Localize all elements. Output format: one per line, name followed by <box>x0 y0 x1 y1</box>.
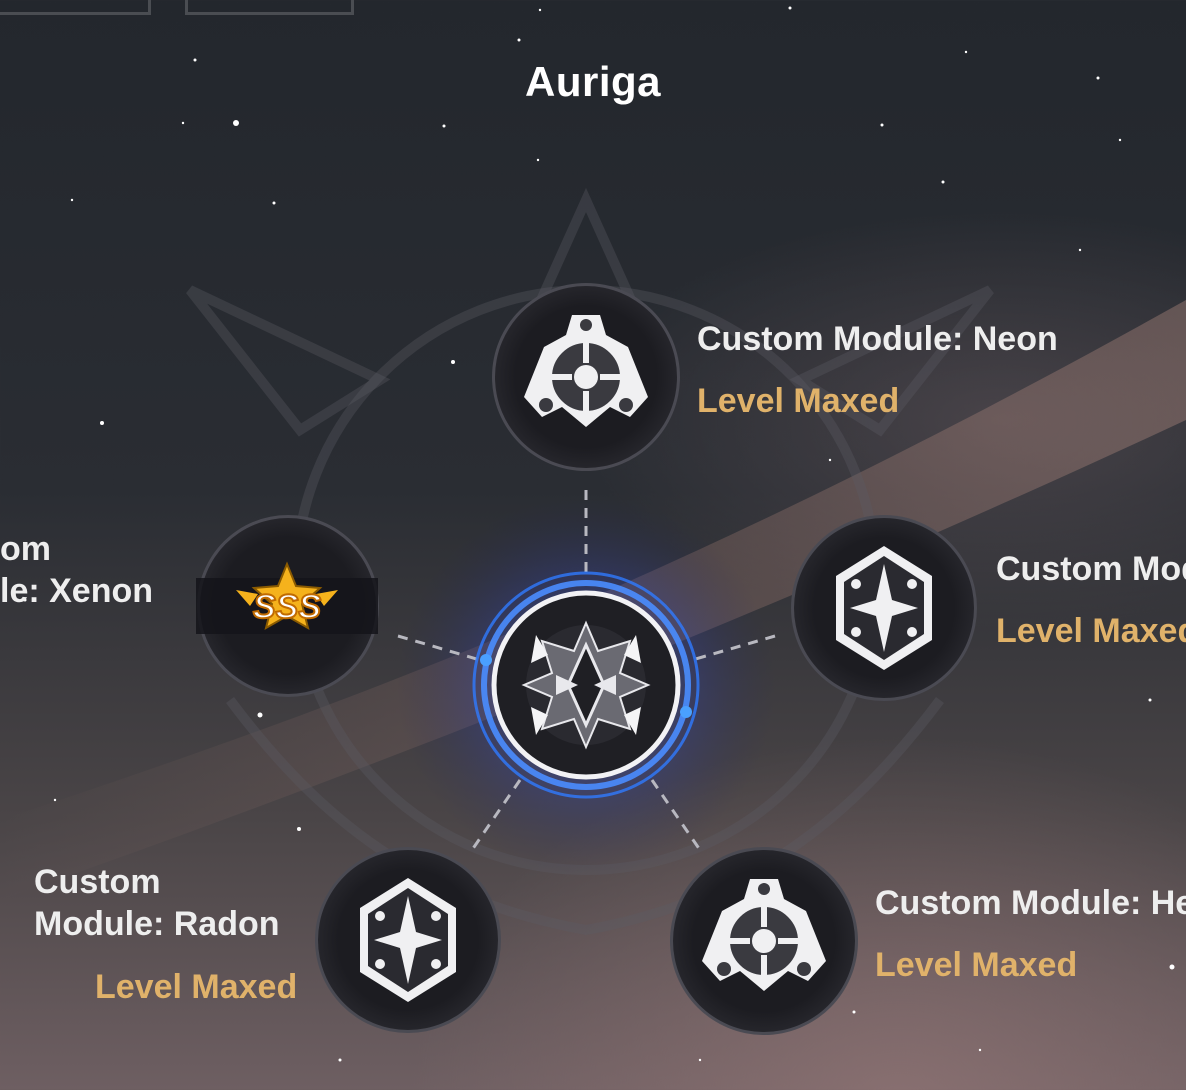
module-right-status: Level Maxed <box>996 612 1186 650</box>
top-tab-frame-left[interactable] <box>0 0 151 15</box>
module-neon-status: Level Maxed <box>697 382 900 420</box>
auriga-core-emblem-icon[interactable] <box>494 593 678 777</box>
module-node-neon[interactable] <box>492 283 680 471</box>
sss-badge-text: SSS <box>253 588 321 626</box>
sss-rank-badge-icon: SSS <box>236 561 338 631</box>
module-right-name: Custom Mod <box>996 550 1186 588</box>
module-radon-status: Level Maxed <box>95 968 298 1006</box>
module-xenon-name-line2: le: Xenon <box>0 572 154 610</box>
top-tab-frame-right[interactable] <box>185 0 354 15</box>
module-neon-name: Custom Module: Neon <box>697 320 1058 358</box>
module-xenon-name-line1: om <box>0 530 51 568</box>
module-helium-name: Custom Module: He <box>875 884 1186 922</box>
gear-shield-icon <box>524 315 648 427</box>
module-node-helium[interactable] <box>670 847 858 1035</box>
constellation-title: Auriga <box>524 58 661 105</box>
gear-shield-icon <box>702 879 826 991</box>
module-radon-name-line1: Custom <box>34 863 161 901</box>
module-helium-status: Level Maxed <box>875 946 1078 984</box>
star-hexagon-icon <box>360 878 456 1002</box>
module-node-right[interactable] <box>791 515 977 701</box>
module-node-radon[interactable] <box>315 847 501 1033</box>
module-radon-name-line2: Module: Radon <box>34 905 280 943</box>
star-hexagon-icon <box>836 546 932 670</box>
